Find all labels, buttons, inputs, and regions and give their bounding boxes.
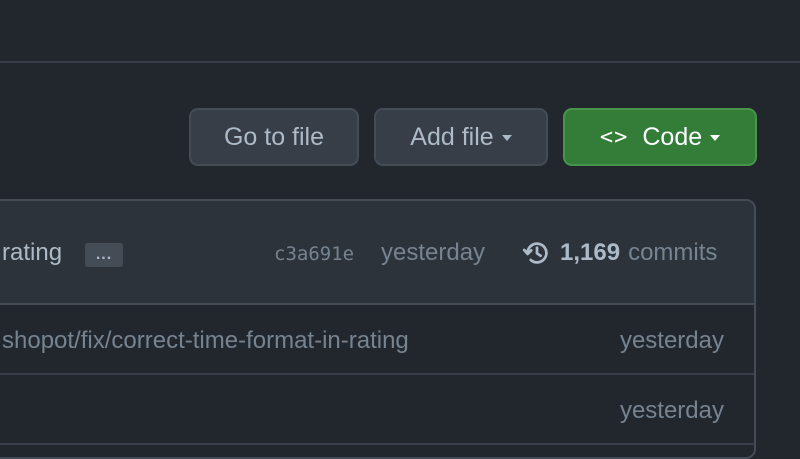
file-row: yesterday (0, 373, 754, 445)
commit-count: 1,169 (560, 239, 621, 266)
latest-commit-message[interactable]: rating (2, 239, 62, 267)
go-to-file-label: Go to file (223, 122, 325, 151)
commit-count-label: commits (628, 239, 718, 266)
file-list-panel: rating ... c3a691e yesterday 1,169 commi… (0, 199, 756, 459)
code-icon: <> (599, 124, 629, 150)
commit-time: yesterday (381, 239, 486, 266)
add-file-button[interactable]: Add file (374, 108, 548, 166)
add-file-label: Add file (410, 122, 494, 151)
commit-history-link[interactable]: 1,169 commits (522, 238, 717, 268)
repo-header-bar (0, 0, 800, 63)
commit-sha-link[interactable]: c3a691e (274, 243, 354, 265)
file-row: shopot/fix/correct-time-format-in-rating… (0, 303, 754, 375)
code-label: Code (642, 122, 703, 151)
file-row-commit-message[interactable]: shopot/fix/correct-time-format-in-rating (2, 327, 409, 355)
history-icon (522, 242, 548, 264)
commit-details-toggle[interactable]: ... (85, 243, 123, 267)
file-row-time: yesterday (619, 397, 724, 424)
go-to-file-button[interactable]: Go to file (189, 108, 359, 166)
code-button[interactable]: <> Code (563, 108, 757, 166)
caret-down-icon (501, 135, 512, 141)
caret-down-icon (710, 135, 721, 141)
latest-commit-bar: rating ... c3a691e yesterday 1,169 commi… (0, 201, 754, 305)
file-row-time: yesterday (619, 327, 724, 354)
